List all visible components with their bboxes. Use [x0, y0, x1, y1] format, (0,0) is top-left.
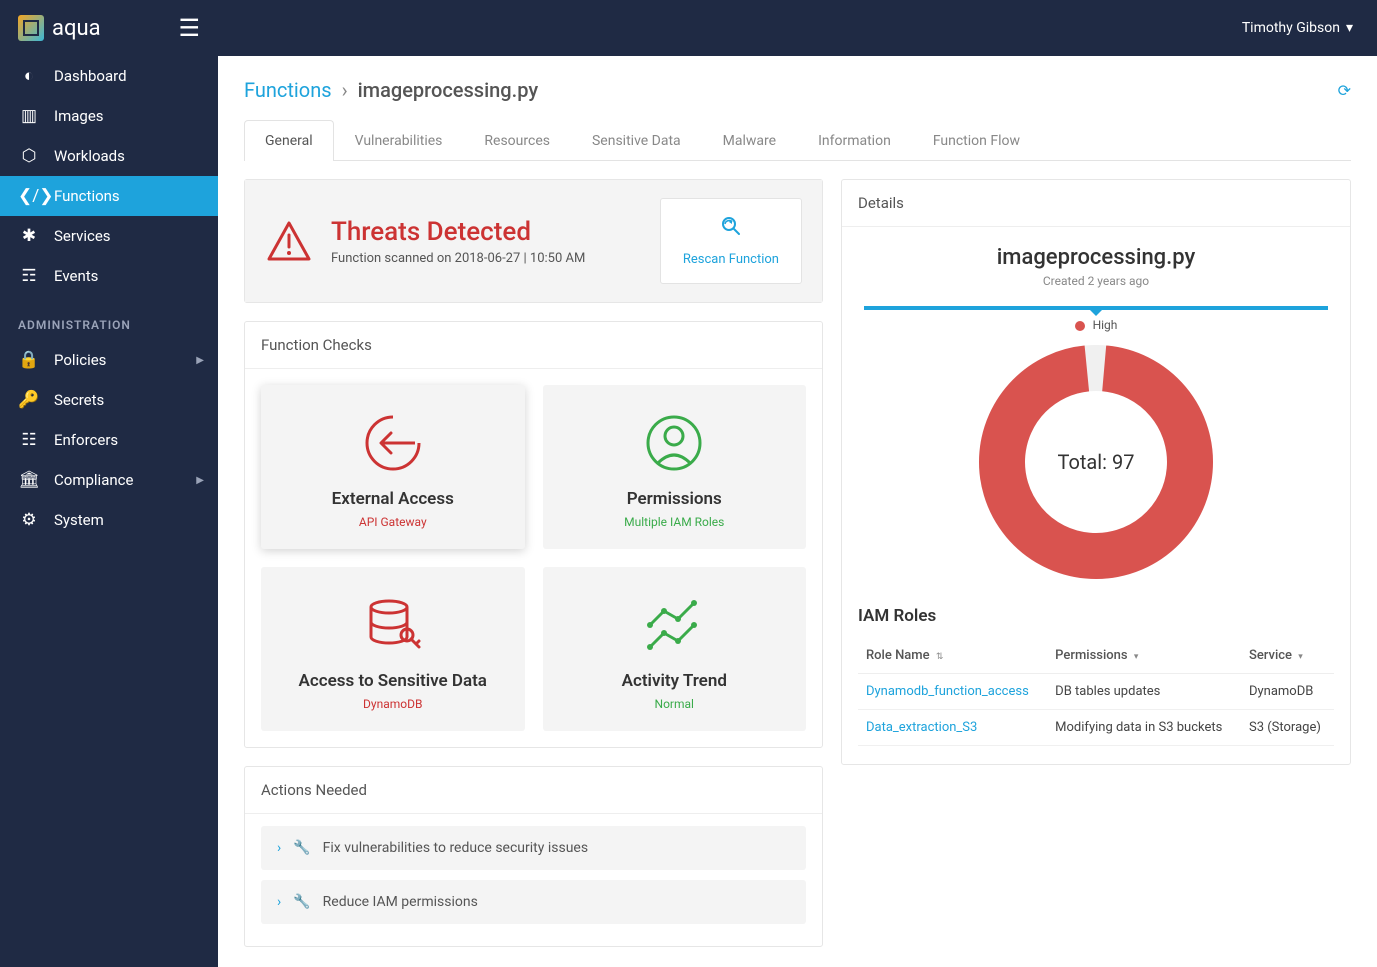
enforcers-icon: ☷ — [18, 430, 40, 450]
sidebar-item-functions[interactable]: ❮/❯Functions — [0, 176, 218, 216]
iam-col-role[interactable]: Role Name ⇅ — [858, 638, 1047, 674]
sort-desc-icon: ▾ — [1134, 652, 1139, 662]
chevron-right-icon: ▶ — [196, 355, 204, 366]
breadcrumb-leaf: imageprocessing.py — [358, 78, 539, 102]
sort-desc-icon: ▾ — [1298, 652, 1303, 662]
system-icon: ⚙ — [18, 510, 40, 530]
actions-panel: Actions Needed › 🔧 Fix vulnerabilities t… — [244, 766, 823, 947]
tab-resources[interactable]: Resources — [463, 120, 571, 161]
iam-table: Role Name ⇅ Permissions ▾ Service ▾ Dyna… — [858, 638, 1334, 746]
details-title: Details — [842, 180, 1350, 227]
threat-title: Threats Detected — [331, 217, 585, 247]
chevron-right-icon: › — [277, 840, 281, 856]
brand-logo: aqua — [18, 15, 101, 41]
activity-trend-icon — [557, 593, 793, 657]
rescan-icon — [683, 215, 779, 242]
brand-icon — [18, 15, 44, 41]
functions-icon: ❮/❯ — [18, 186, 40, 206]
chevron-right-icon: › — [277, 894, 281, 910]
tab-function-flow[interactable]: Function Flow — [912, 120, 1041, 161]
brand-text: aqua — [52, 16, 101, 41]
dashboard-icon: ◐ — [18, 66, 40, 86]
breadcrumb-root[interactable]: Functions — [244, 78, 332, 102]
user-menu[interactable]: Timothy Gibson ▾ — [1242, 20, 1353, 36]
iam-role-link[interactable]: Dynamodb_function_access — [858, 674, 1047, 710]
sidebar-item-dashboard[interactable]: ◐Dashboard — [0, 56, 218, 96]
check-permissions[interactable]: Permissions Multiple IAM Roles — [543, 385, 807, 549]
chevron-right-icon: ▶ — [196, 475, 204, 486]
check-external-access[interactable]: External Access API Gateway — [261, 385, 525, 549]
nav-admin: 🔒Policies▶ 🔑Secrets ☷Enforcers 🏛Complian… — [0, 340, 218, 540]
content: Functions › imageprocessing.py ⟳ General… — [218, 56, 1377, 967]
services-icon: ✱ — [18, 226, 40, 246]
policies-icon: 🔒 — [18, 350, 40, 370]
rescan-button[interactable]: Rescan Function — [660, 198, 802, 284]
tab-sensitive-data[interactable]: Sensitive Data — [571, 120, 702, 161]
compliance-icon: 🏛 — [18, 470, 40, 490]
function-checks-panel: Function Checks External Access API Gate… — [244, 321, 823, 748]
logo-bar: aqua ☰ — [0, 0, 218, 56]
nav-main: ◐Dashboard ▥Images ⬡Workloads ❮/❯Functio… — [0, 56, 218, 296]
severity-bar — [864, 306, 1328, 310]
hamburger-icon[interactable]: ☰ — [178, 14, 200, 42]
sidebar-item-workloads[interactable]: ⬡Workloads — [0, 136, 218, 176]
sidebar-item-services[interactable]: ✱Services — [0, 216, 218, 256]
external-access-icon — [275, 411, 511, 475]
details-panel: Details imageprocessing.py Created 2 yea… — [841, 179, 1351, 765]
check-sensitive-data[interactable]: Access to Sensitive Data DynamoDB — [261, 567, 525, 731]
details-created: Created 2 years ago — [858, 274, 1334, 288]
sidebar-item-images[interactable]: ▥Images — [0, 96, 218, 136]
chevron-down-icon: ▾ — [1346, 20, 1353, 36]
iam-col-service[interactable]: Service ▾ — [1241, 638, 1334, 674]
admin-header: ADMINISTRATION — [0, 296, 218, 340]
events-icon: ☶ — [18, 266, 40, 286]
iam-row: Dynamodb_function_access DB tables updat… — [858, 674, 1334, 710]
permissions-icon — [557, 411, 793, 475]
function-checks-title: Function Checks — [245, 322, 822, 369]
sidebar-item-enforcers[interactable]: ☷Enforcers — [0, 420, 218, 460]
iam-col-permissions[interactable]: Permissions ▾ — [1047, 638, 1241, 674]
sort-icon: ⇅ — [936, 652, 944, 662]
tab-malware[interactable]: Malware — [702, 120, 797, 161]
check-activity-trend[interactable]: Activity Trend Normal — [543, 567, 807, 731]
tab-information[interactable]: Information — [797, 120, 912, 161]
iam-title: IAM Roles — [858, 606, 1334, 626]
iam-role-link[interactable]: Data_extraction_S3 — [858, 710, 1047, 746]
sidebar-item-secrets[interactable]: 🔑Secrets — [0, 380, 218, 420]
action-item[interactable]: › 🔧 Fix vulnerabilities to reduce securi… — [261, 826, 806, 870]
actions-title: Actions Needed — [245, 767, 822, 814]
details-name: imageprocessing.py — [858, 245, 1334, 270]
secrets-icon: 🔑 — [18, 390, 40, 410]
tab-general[interactable]: General — [244, 120, 334, 161]
sidebar-item-compliance[interactable]: 🏛Compliance▶ — [0, 460, 218, 500]
threat-panel: Threats Detected Function scanned on 201… — [244, 179, 823, 303]
main-column: Timothy Gibson ▾ Functions › imageproces… — [218, 0, 1377, 967]
breadcrumb: Functions › imageprocessing.py ⟳ — [244, 78, 1351, 102]
donut-total: Total: 97 — [976, 342, 1216, 582]
sidebar-item-policies[interactable]: 🔒Policies▶ — [0, 340, 218, 380]
iam-row: Data_extraction_S3 Modifying data in S3 … — [858, 710, 1334, 746]
chevron-right-icon: › — [342, 78, 348, 102]
warning-triangle-icon — [265, 217, 313, 265]
action-item[interactable]: › 🔧 Reduce IAM permissions — [261, 880, 806, 924]
threat-subtitle: Function scanned on 2018-06-27 | 10:50 A… — [331, 251, 585, 266]
sidebar: aqua ☰ ◐Dashboard ▥Images ⬡Workloads ❮/❯… — [0, 0, 218, 967]
refresh-icon[interactable]: ⟳ — [1338, 81, 1351, 100]
sidebar-item-events[interactable]: ☶Events — [0, 256, 218, 296]
sidebar-item-system[interactable]: ⚙System — [0, 500, 218, 540]
images-icon: ▥ — [18, 106, 40, 126]
sensitive-data-icon — [275, 593, 511, 657]
topbar: Timothy Gibson ▾ — [218, 0, 1377, 56]
tabs: General Vulnerabilities Resources Sensit… — [244, 120, 1351, 161]
legend-dot-icon — [1075, 321, 1085, 331]
tab-vulnerabilities[interactable]: Vulnerabilities — [334, 120, 464, 161]
wrench-icon: 🔧 — [293, 894, 310, 910]
severity-donut: Total: 97 — [858, 342, 1334, 582]
wrench-icon: 🔧 — [293, 840, 310, 856]
workloads-icon: ⬡ — [18, 146, 40, 166]
